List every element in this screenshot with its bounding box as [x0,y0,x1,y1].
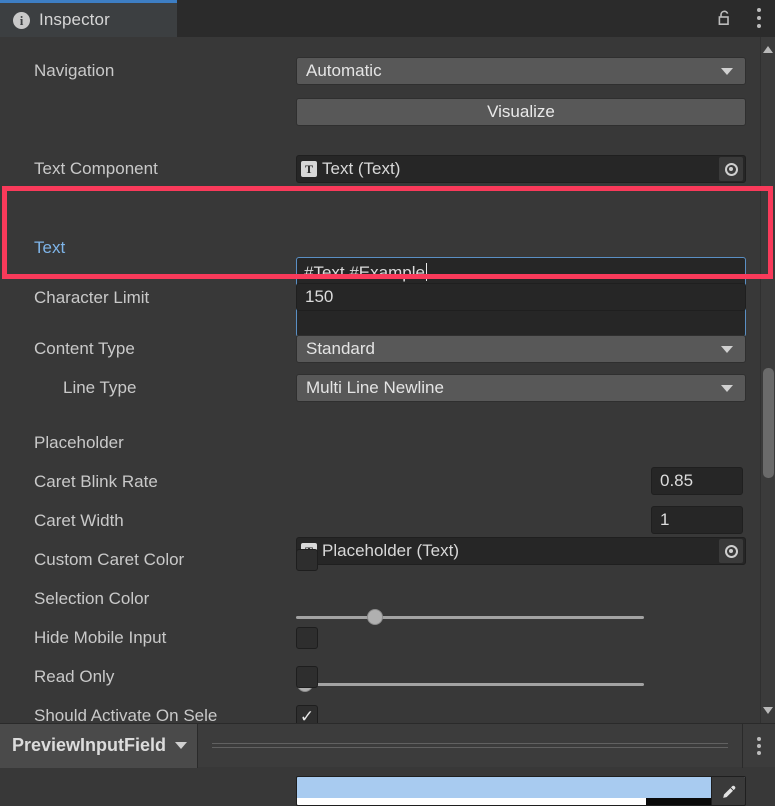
eyedropper-icon[interactable] [711,777,745,805]
content-type-value: Standard [306,339,375,358]
label-caret-blink-rate: Caret Blink Rate [34,472,158,491]
caret-blink-rate-input[interactable]: 0.85 [651,467,743,495]
row-caret-blink-rate: Caret Blink Rate [0,467,760,497]
visualize-button-label: Visualize [487,102,555,121]
info-icon: i [13,11,30,29]
caret-width-value: 1 [660,510,670,529]
label-text: Text [34,238,66,257]
scrollbar-thumb[interactable] [763,368,774,478]
inspector-scrollbar[interactable] [760,37,775,723]
label-character-limit: Character Limit [34,288,150,307]
label-line-type: Line Type [63,378,137,397]
custom-caret-color-checkbox[interactable] [296,549,318,571]
line-type-dropdown[interactable]: Multi Line Newline [296,374,746,402]
line-type-value: Multi Line Newline [306,378,444,397]
scroll-down-arrow-icon[interactable] [763,707,773,714]
navigation-dropdown[interactable]: Automatic [296,57,746,85]
window-tab-bar: i Inspector [0,0,775,37]
unlocked-padlock-icon[interactable] [717,9,733,27]
bottom-status-bar: PreviewInputField [0,723,775,768]
tab-inspector-label: Inspector [39,10,110,29]
label-content-type: Content Type [34,339,135,358]
label-hide-mobile-input: Hide Mobile Input [34,628,167,647]
caret-blink-rate-value: 0.85 [660,471,694,490]
status-bar-grip[interactable] [198,723,743,768]
label-caret-width: Caret Width [34,511,124,530]
read-only-checkbox[interactable] [296,666,318,688]
selection-color-swatch [297,777,745,798]
kebab-menu-icon[interactable] [743,724,775,768]
selection-color-field[interactable] [296,776,746,806]
row-hide-mobile-input: Hide Mobile Input [0,623,760,653]
hide-mobile-input-checkbox[interactable] [296,627,318,649]
kebab-menu-icon[interactable] [756,8,761,28]
row-read-only: Read Only [0,662,760,692]
text-component-value: Text (Text) [322,159,401,178]
content-type-dropdown[interactable]: Standard [296,335,746,363]
chevron-down-icon [721,345,733,353]
chevron-down-icon [721,384,733,392]
object-name-dropdown[interactable]: PreviewInputField [0,723,199,768]
tab-inspector[interactable]: i Inspector [0,0,177,37]
navigation-dropdown-value: Automatic [306,61,382,80]
chevron-down-icon [721,67,733,75]
object-picker-icon[interactable] [719,157,743,181]
label-placeholder: Placeholder [34,433,124,452]
inspector-body: Navigation Automatic Visualize Text Comp… [0,37,760,806]
row-selection-color: Selection Color [0,584,760,614]
scroll-up-arrow-icon[interactable] [763,46,773,53]
label-text-component: Text Component [34,159,158,178]
label-selection-color: Selection Color [34,589,150,608]
row-custom-caret-color: Custom Caret Color [0,545,760,575]
label-custom-caret-color: Custom Caret Color [34,550,185,569]
checkmark-icon: ✓ [299,706,315,726]
text-input-value: #Text #Example [304,263,425,282]
character-limit-value: 150 [305,287,334,306]
row-placeholder: Placeholder [0,428,760,458]
row-caret-width: Caret Width [0,506,760,536]
text-caret [425,263,427,281]
slider-track [296,615,644,619]
character-limit-input[interactable]: 150 [296,283,746,311]
label-read-only: Read Only [34,667,115,686]
caret-width-input[interactable]: 1 [651,506,743,534]
text-component-type-icon: T [301,161,317,177]
selection-color-alpha-bar [297,798,745,805]
object-name-label: PreviewInputField [12,735,167,755]
visualize-button[interactable]: Visualize [296,98,746,126]
text-component-object-field[interactable]: T Text (Text) [296,155,746,183]
chevron-down-icon [175,742,188,749]
label-navigation: Navigation [34,61,115,80]
